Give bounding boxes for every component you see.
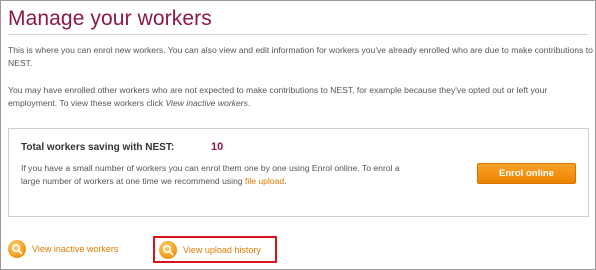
inactive-info-suffix: . (247, 98, 251, 108)
total-workers-count: 10 (211, 141, 224, 153)
inactive-info-text: You may have enrolled other workers who … (8, 85, 548, 108)
enrol-instructions-suffix: . (284, 176, 287, 186)
page-title: Manage your workers (8, 7, 212, 30)
magnifier-icon (8, 240, 26, 258)
view-upload-history-link[interactable]: View upload history (153, 236, 277, 263)
enrol-instructions: If you have a small number of workers yo… (21, 162, 421, 188)
view-upload-history-label: View upload history (183, 244, 261, 255)
summary-panel: Total workers saving with NEST: 10 If yo… (8, 128, 589, 217)
enrol-online-button[interactable]: Enrol online (477, 163, 576, 184)
inactive-info-reference: View inactive workers (165, 98, 248, 108)
inactive-info-paragraph: You may have enrolled other workers who … (8, 84, 593, 110)
page-frame: Manage your workers This is where you ca… (0, 0, 596, 270)
enrol-instructions-text: If you have a small number of workers yo… (21, 163, 400, 186)
total-workers-label: Total workers saving with NEST: (21, 142, 175, 153)
view-inactive-workers-link[interactable]: View inactive workers (8, 237, 118, 261)
view-inactive-workers-label: View inactive workers (32, 244, 119, 254)
intro-paragraph: This is where you can enrol new workers.… (8, 45, 593, 68)
title-divider (8, 34, 588, 35)
file-upload-link[interactable]: file upload (245, 176, 284, 186)
magnifier-icon (159, 240, 177, 259)
